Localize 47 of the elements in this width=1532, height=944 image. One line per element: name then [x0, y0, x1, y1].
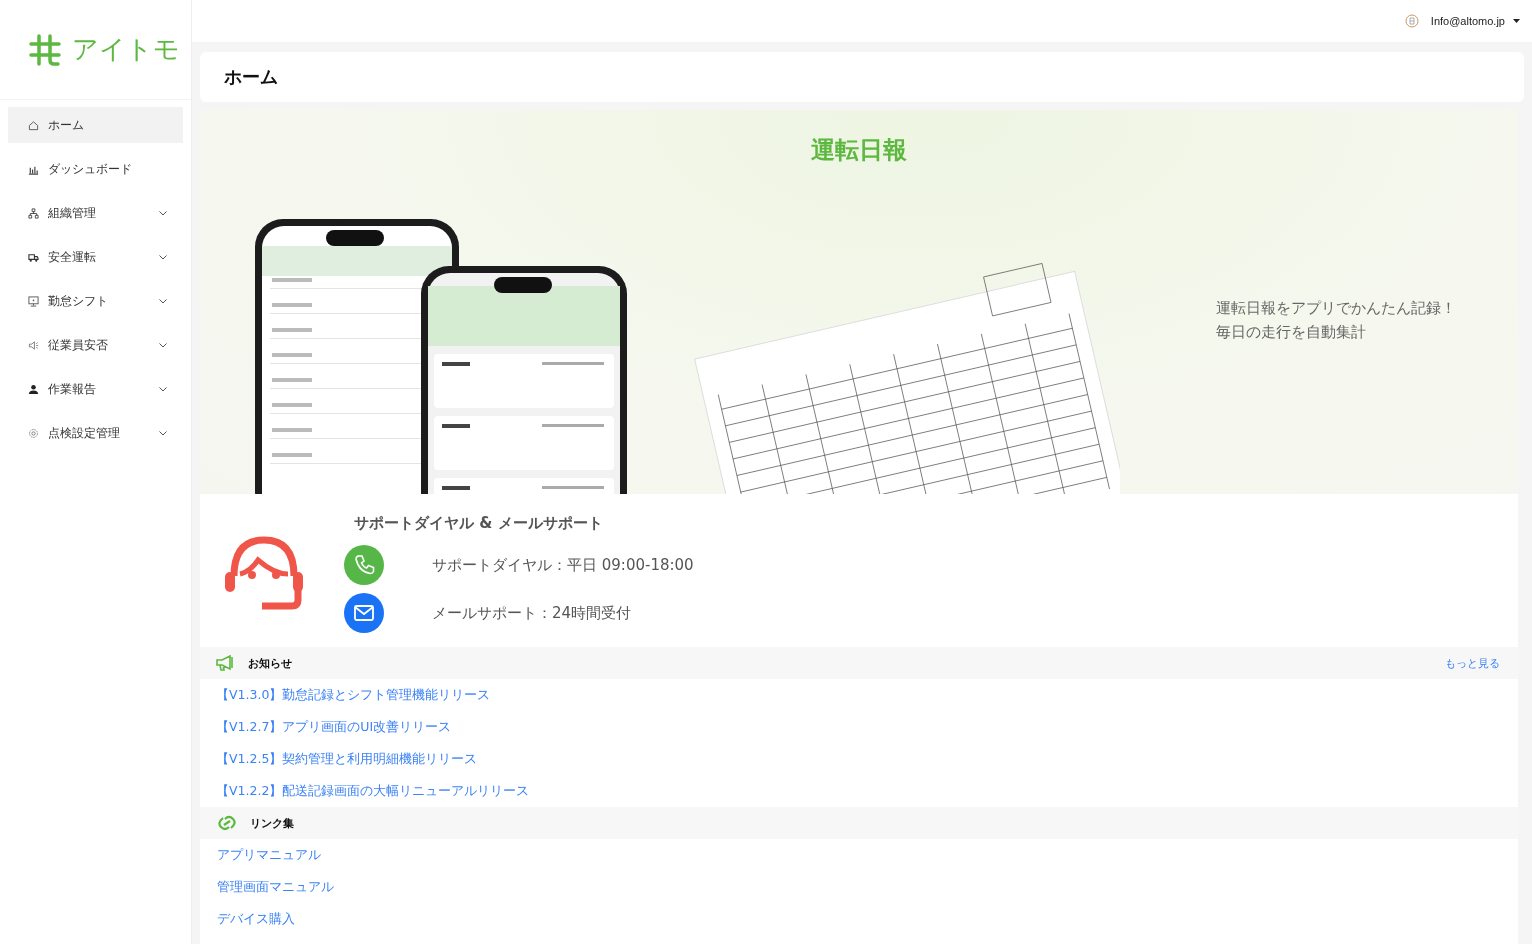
support-text: メールサポート：24時間受付	[432, 603, 632, 623]
notice-link[interactable]: 【V1.2.2】配送記録画面の大幅リニューアルリリース	[216, 782, 530, 800]
chevron-down-icon	[159, 298, 167, 304]
org-chart-icon	[28, 207, 39, 219]
speaker-icon	[28, 339, 39, 351]
section-title: お知らせ	[248, 655, 293, 671]
banner-caption: 運転日報をアプリでかんたん記録！ 毎日の走行を自動集計	[1216, 298, 1456, 343]
notice-link[interactable]: 【V1.2.5】契約管理と利用明細機能リリース	[216, 750, 478, 768]
megaphone-icon	[216, 655, 236, 671]
headset-person-icon	[222, 536, 306, 610]
account-menu[interactable]: Info@altomo.jp	[1430, 15, 1505, 27]
sidebar-item[interactable]: ホーム	[8, 107, 183, 143]
logo-icon	[28, 32, 62, 67]
chevron-down-icon	[159, 386, 167, 392]
banner-title: 運転日報	[811, 135, 907, 166]
sidebar-item[interactable]: 勤怠シフト	[8, 283, 183, 319]
sidebar-item[interactable]: 組織管理	[8, 195, 183, 231]
sidebar-item[interactable]: 安全運転	[8, 239, 183, 275]
chevron-down-icon	[159, 430, 167, 436]
sidebar-item[interactable]: 点検設定管理	[8, 415, 183, 451]
notice-link[interactable]: 【V1.3.0】勤怠記録とシフト管理機能リリース	[216, 686, 491, 704]
sidebar-item[interactable]: ダッシュボード	[8, 151, 183, 187]
monitor-icon	[28, 295, 39, 307]
gear-icon	[28, 427, 39, 439]
chevron-down-icon	[159, 254, 167, 260]
section-title: リンク集	[250, 815, 295, 831]
truck-icon	[28, 251, 39, 263]
account-icon	[1404, 14, 1419, 28]
caret-icon	[1513, 19, 1520, 23]
resource-link[interactable]: デバイス購入	[217, 910, 295, 928]
home-icon	[28, 119, 39, 131]
support-text: サポートダイヤル：平日 09:00-18:00	[432, 555, 694, 575]
chevron-down-icon	[159, 210, 167, 216]
resource-link[interactable]: アプリマニュアル	[217, 846, 321, 864]
notice-link[interactable]: 【V1.2.7】アプリ画面のUI改善リリース	[216, 718, 452, 736]
sidebar-item[interactable]: 作業報告	[8, 371, 183, 407]
mail-icon	[344, 593, 384, 633]
phone-icon	[344, 545, 384, 585]
sidebar-item[interactable]: 従業員安否	[8, 327, 183, 363]
chevron-down-icon	[159, 342, 167, 348]
resource-link[interactable]: 管理画面マニュアル	[217, 878, 334, 896]
support-title: サポートダイヤル & メールサポート	[354, 514, 604, 533]
more-link[interactable]: もっと見る	[1445, 655, 1500, 671]
link-icon	[216, 815, 238, 831]
person-icon	[28, 383, 39, 395]
logo-text: アイトモ	[72, 33, 180, 66]
page-title: ホーム	[224, 65, 278, 89]
